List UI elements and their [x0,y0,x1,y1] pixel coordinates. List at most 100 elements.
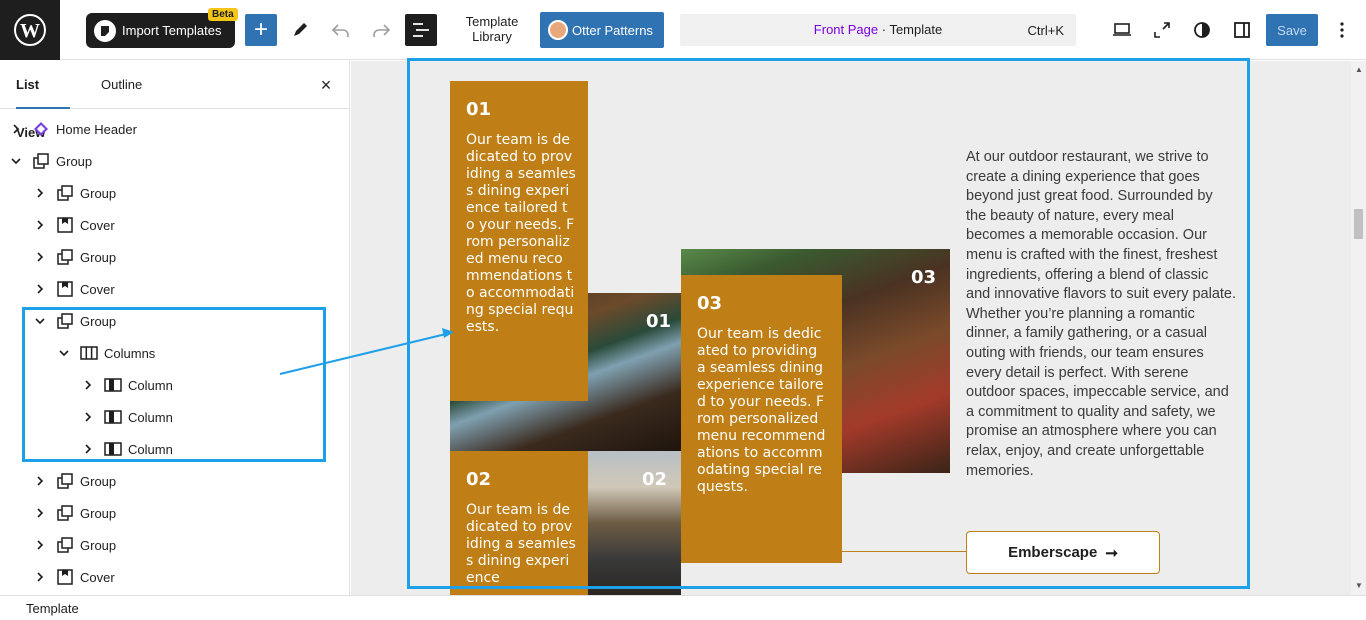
pencil-icon [294,23,307,36]
view-page-button[interactable] [1146,14,1178,46]
tab-list-view[interactable]: List View [16,61,70,140]
feature-card-2[interactable]: 02 Our team is dedicated to providing a … [450,451,588,595]
otter-patterns-button[interactable]: Otter Patterns [540,12,664,48]
group-icon [56,504,74,522]
tab-outline[interactable]: Outline [101,61,142,109]
sidebar-item-group[interactable]: Group [32,465,338,497]
styles-button[interactable] [1186,14,1218,46]
feature-card-3[interactable]: 03 Our team is dedicated to providing a … [681,275,842,563]
column-icon [104,408,122,426]
sidebar-item-column[interactable]: Column [80,401,338,433]
sidebar-item-label: Group [80,313,117,329]
chevron-down-icon[interactable] [32,313,48,329]
chevron-right-icon[interactable] [32,249,48,265]
sidebar-item-label: Columns [104,345,156,361]
otter-patterns-label: Otter Patterns [572,22,653,38]
options-button[interactable] [1326,14,1358,46]
group-icon [56,536,74,554]
undo-button[interactable] [325,14,357,46]
tools-button[interactable] [284,14,316,46]
chevron-right-icon[interactable] [8,121,24,137]
card-1-text: Our team is dedicated to providing a sea… [466,132,576,335]
laptop-icon [1113,23,1131,36]
chevron-right-icon[interactable] [32,281,48,297]
sidebar-item-column[interactable]: Column [80,433,338,465]
scroll-down-icon[interactable]: ▼ [1355,581,1363,590]
redo-button[interactable] [365,14,397,46]
sidebar-item-columns[interactable]: Columns [56,337,338,369]
group-icon [56,248,74,266]
photo-number-3: 03 [911,267,937,288]
chevron-right-icon[interactable] [80,409,96,425]
chevron-right-icon[interactable] [32,217,48,233]
list-view-icon [413,23,429,37]
sidebar-item-home-header[interactable]: Home Header [8,113,338,145]
cover-icon [56,280,74,298]
card-1-number: 01 [466,99,492,120]
preview-device-button[interactable] [1106,14,1138,46]
document-title: Front Page · Template [680,22,1076,37]
sidebar-icon [1234,22,1250,38]
emberscape-button[interactable]: Emberscape ➞ [966,531,1160,574]
contrast-icon [1194,22,1210,38]
sidebar-item-label: Column [128,377,173,393]
chevron-right-icon[interactable] [80,441,96,457]
feature-card-1[interactable]: 01 Our team is dedicated to providing a … [450,81,588,401]
close-icon[interactable]: × [316,75,336,95]
sidebar-item-group[interactable]: Group [32,241,338,273]
sidebar-item-column[interactable]: Column [80,369,338,401]
template-library-line2: Library [472,29,512,44]
sidebar-item-cover[interactable]: Cover [32,273,338,305]
about-paragraph[interactable]: At our outdoor restaurant, we strive to … [966,148,1236,481]
plus-icon: + [253,16,268,43]
chevron-right-icon[interactable] [32,185,48,201]
scrollbar-thumb[interactable] [1354,209,1363,239]
sidebar-item-group[interactable]: Group [32,177,338,209]
cover-icon [56,216,74,234]
chevron-down-icon[interactable] [56,345,72,361]
connector-line [842,551,966,552]
sidebar-item-group[interactable]: Group [32,305,338,337]
sidebar-item-group[interactable]: Group [32,497,338,529]
arrow-right-icon: ➞ [1105,544,1118,562]
svg-text:W: W [20,20,40,42]
save-button[interactable]: Save [1266,14,1318,46]
document-bar[interactable]: Front Page · Template Ctrl+K [680,14,1076,46]
sidebar-item-label: Cover [80,217,115,233]
sidebar-item-cover[interactable]: Cover [32,561,338,593]
document-overview-button[interactable] [405,14,437,46]
otter-avatar-icon [548,20,568,40]
chevron-right-icon[interactable] [80,377,96,393]
group-icon [32,152,50,170]
sidebar-item-group[interactable]: Group [32,529,338,561]
add-block-button[interactable]: + [245,14,277,46]
canvas-scrollbar[interactable]: ▲ ▼ [1351,61,1366,595]
restaurant-photo-2: 02 [588,451,681,595]
sidebar-item-label: Group [80,537,117,553]
chevron-down-icon[interactable] [8,153,24,169]
template-library-button[interactable]: Template Library [458,14,526,44]
chevron-right-icon[interactable] [32,505,48,521]
chevron-right-icon[interactable] [32,569,48,585]
sidebar-item-label: Cover [80,569,115,585]
template-library-line1: Template [465,14,519,29]
import-templates-label: Import Templates [122,23,222,38]
sidebar-item-group[interactable]: Group [8,145,338,177]
sidebar-item-cover[interactable]: Cover [32,209,338,241]
columns-icon [80,344,98,362]
breadcrumb-template[interactable]: Template [26,601,79,616]
photo-number-2: 02 [642,469,668,490]
scroll-up-icon[interactable]: ▲ [1355,65,1363,74]
block-breadcrumb-bar: Template [0,595,1366,620]
sidebar-item-label: Column [128,409,173,425]
sidebar-item-label: Group [80,505,117,521]
more-vertical-icon [1340,22,1344,38]
settings-sidebar-button[interactable] [1226,14,1258,46]
sidebar-item-label: Group [56,153,93,169]
chevron-right-icon[interactable] [32,473,48,489]
external-icon [1154,22,1170,38]
chevron-right-icon[interactable] [32,537,48,553]
sidebar-item-label: Cover [80,281,115,297]
wordpress-logo-icon[interactable]: W [0,0,60,60]
column-icon [104,376,122,394]
